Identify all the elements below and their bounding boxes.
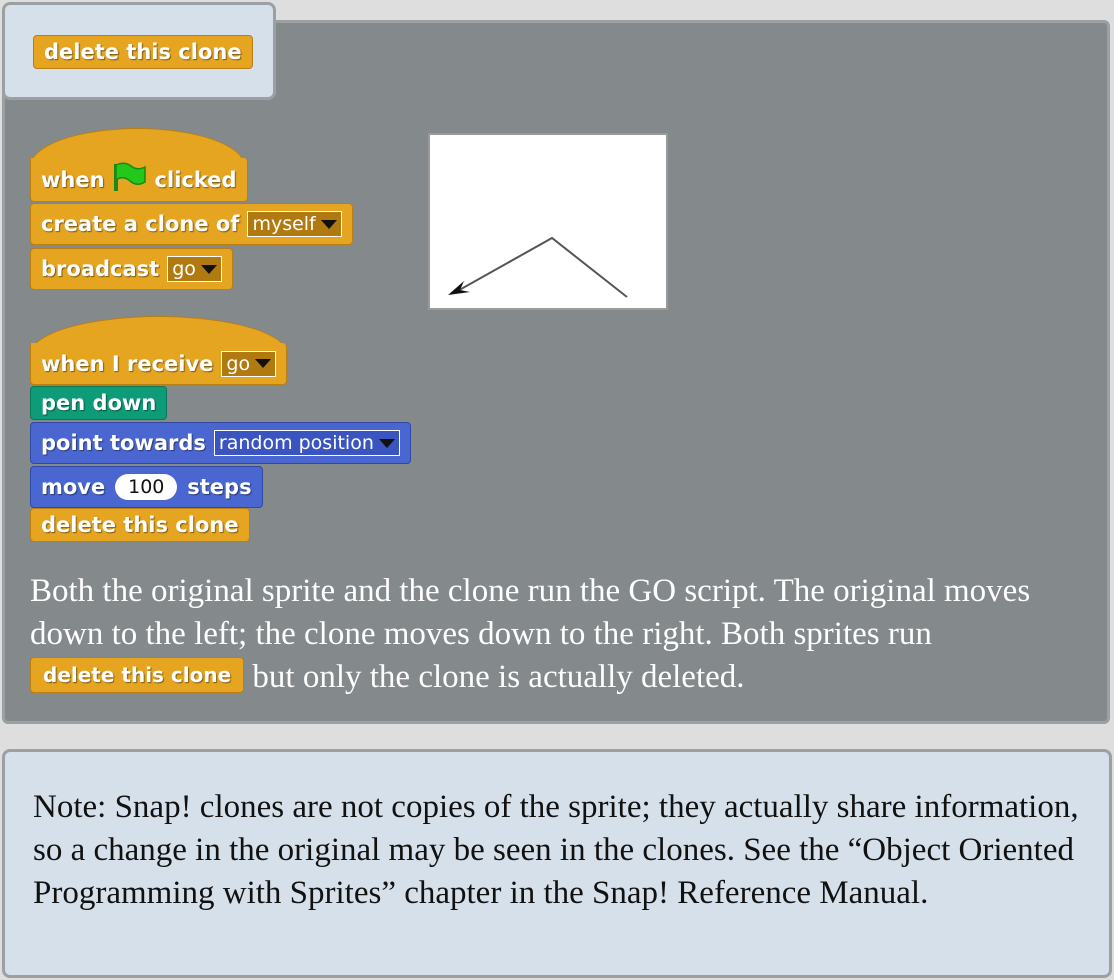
dropdown-arrow-icon	[255, 359, 272, 368]
block-palette-tab: delete this clone	[2, 2, 276, 100]
example-caption: Both the original sprite and the clone r…	[30, 570, 1090, 699]
block-label: delete this clone	[44, 40, 242, 64]
block-label: delete this clone	[41, 513, 239, 537]
block-label: point towards	[41, 431, 206, 455]
note-box: Note: Snap! clones are not copies of the…	[2, 749, 1112, 978]
steps-value: 100	[128, 476, 165, 498]
inline-delete-clone-block: delete this clone	[30, 657, 245, 694]
dropdown-arrow-icon	[200, 264, 217, 274]
stage-preview	[428, 133, 668, 310]
green-flag-icon	[113, 162, 147, 197]
point-target-dropdown[interactable]: random position	[213, 430, 400, 456]
clone-target-dropdown[interactable]: myself	[247, 211, 342, 237]
point-towards-block[interactable]: point towards random position	[30, 422, 411, 464]
when-i-receive-block[interactable]: when I receive go	[30, 343, 288, 385]
block-label: move	[41, 475, 106, 499]
steps-input[interactable]: 100	[115, 474, 178, 500]
delete-this-clone-block[interactable]: delete this clone	[33, 35, 253, 69]
dropdown-arrow-icon	[378, 438, 395, 448]
delete-this-clone-block[interactable]: delete this clone	[30, 508, 250, 542]
pen-trail-drawing	[448, 236, 628, 298]
dropdown-arrow-icon	[320, 219, 337, 229]
broadcast-block[interactable]: broadcast go	[30, 248, 233, 290]
receive-message-dropdown[interactable]: go	[221, 350, 277, 377]
arrowhead-icon	[448, 281, 470, 295]
caption-text: Both the original sprite and the clone r…	[30, 573, 1031, 652]
block-label: when I receive	[41, 351, 214, 376]
note-text: Note: Snap! clones are not copies of the…	[33, 789, 1079, 911]
block-label: create a clone of	[41, 212, 240, 236]
create-clone-block[interactable]: create a clone of myself	[30, 203, 353, 245]
dropdown-value: go	[172, 258, 196, 280]
move-steps-block[interactable]: move 100 steps	[30, 466, 263, 508]
block-label: clicked	[154, 167, 237, 192]
block-label: broadcast	[41, 257, 160, 281]
dropdown-value: myself	[252, 213, 316, 235]
block-label: pen down	[41, 391, 157, 415]
pen-down-block[interactable]: pen down	[30, 386, 168, 420]
caption-text: but only the clone is actually deleted.	[252, 659, 745, 695]
block-label: steps	[187, 475, 252, 499]
broadcast-message-dropdown[interactable]: go	[167, 256, 222, 282]
when-flag-clicked-block[interactable]: when clicked	[30, 158, 248, 202]
block-label: when	[41, 167, 105, 192]
dropdown-value: go	[226, 352, 251, 375]
dropdown-value: random position	[218, 432, 374, 454]
block-label: delete this clone	[43, 662, 232, 687]
